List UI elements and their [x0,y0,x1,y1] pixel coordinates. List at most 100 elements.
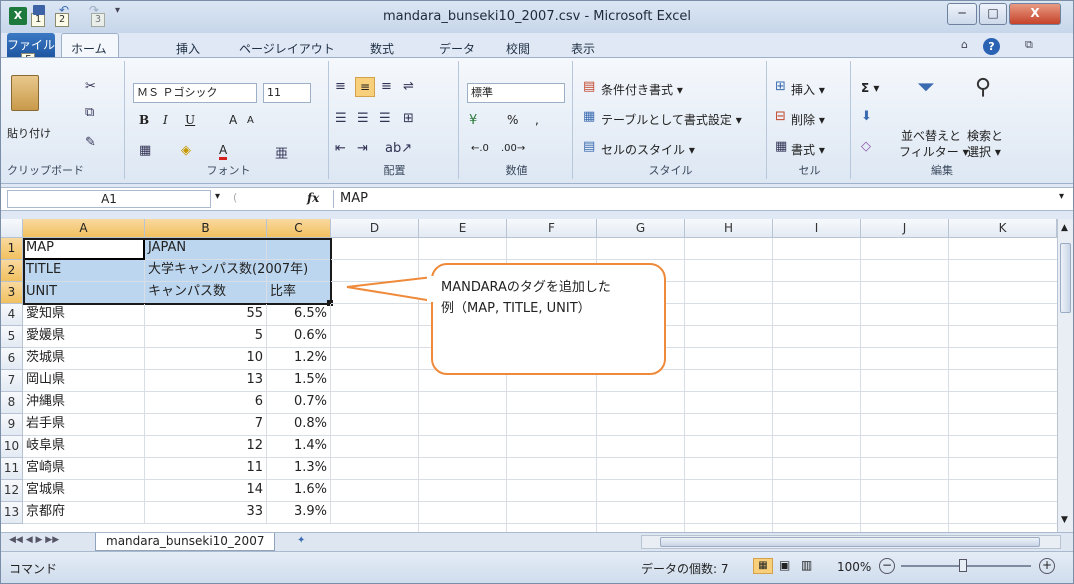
font-name-select[interactable]: ＭＳ Ｐゴシック [133,83,257,103]
cell-b11[interactable]: 11 [145,458,267,480]
clear-icon[interactable]: ◇ [861,139,871,154]
font-color-icon[interactable]: A [219,143,228,160]
scroll-up-icon[interactable]: ▲ [1061,223,1068,233]
tab-review[interactable]: 校閲 [506,40,530,57]
horizontal-scrollbar[interactable] [641,535,1061,549]
currency-icon[interactable]: ¥ [469,113,477,128]
number-format-select[interactable]: 標準 [467,83,565,103]
cell-b4[interactable]: 55 [145,304,267,326]
column-header-d[interactable]: D [331,219,419,238]
cut-icon[interactable]: ✂ [85,79,96,94]
scroll-thumb[interactable] [1060,243,1071,313]
sort-filter-button[interactable]: 並べ替えと [901,127,961,144]
cell-a5[interactable]: 愛媛県 [23,326,145,348]
copy-icon[interactable]: ⧉ [85,105,94,120]
window-restore-icon[interactable]: ⧉ [1025,38,1033,52]
phonetic-icon[interactable]: 亜 [275,143,288,162]
paste-button[interactable]: 貼り付け [7,125,51,141]
delete-cells-icon[interactable]: ⊟ [775,109,786,124]
merge-center-icon[interactable]: ⊞ [403,111,414,126]
cell-c6[interactable]: 1.2% [267,348,331,370]
cell-c13[interactable]: 3.9% [267,502,331,524]
row-header[interactable]: 13 [1,502,23,524]
cell-a11[interactable]: 宮崎県 [23,458,145,480]
column-header-c[interactable]: C [267,219,331,238]
hscroll-thumb[interactable] [660,537,1040,547]
conditional-format-button[interactable]: 条件付き書式 ▾ [601,81,683,98]
sort-filter-icon[interactable]: ⏷ [917,75,935,100]
sort-filter-button-2[interactable]: フィルター ▾ [899,143,969,160]
sheet-tab-active[interactable]: mandara_bunseki10_2007 [95,533,276,551]
conditional-format-icon[interactable]: ▤ [583,79,595,94]
ribbon-minimize-icon[interactable]: ⌂ [961,38,968,51]
fill-icon[interactable]: ⬇ [861,109,872,124]
cell-c7[interactable]: 1.5% [267,370,331,392]
italic-button[interactable]: I [163,113,168,127]
format-cells-icon[interactable]: ▦ [775,139,787,154]
align-right-icon[interactable]: ☰ [379,111,391,126]
minimize-button[interactable]: ─ [947,3,977,25]
cell-a10[interactable]: 岐阜県 [23,436,145,458]
cell-a7[interactable]: 岡山県 [23,370,145,392]
find-select-button-2[interactable]: 選択 ▾ [967,143,1001,160]
find-select-icon[interactable]: ⚲ [975,75,991,100]
cancel-entry-icon[interactable]: ( [233,191,237,204]
border-icon[interactable]: ▦ [139,143,151,158]
cell-b13[interactable]: 33 [145,502,267,524]
percent-button[interactable]: % [507,113,518,127]
name-box-dropdown-icon[interactable]: ▾ [215,191,220,202]
insert-sheet-icon[interactable]: ✦ [297,535,305,546]
format-as-table-button[interactable]: テーブルとして書式設定 ▾ [601,111,742,128]
name-box[interactable]: A1 [7,190,211,208]
cell-styles-icon[interactable]: ▤ [583,139,595,154]
column-header-k[interactable]: K [949,219,1057,238]
autosum-icon[interactable]: Σ ▾ [861,81,879,95]
tab-data[interactable]: データ [439,40,475,57]
increase-decimal-icon[interactable]: ←.0 [471,143,489,154]
cell-a1[interactable]: MAP [23,238,145,260]
column-header-e[interactable]: E [419,219,507,238]
insert-cells-icon[interactable]: ⊞ [775,79,786,94]
sheet-nav-icon[interactable]: ◀◀ ◀ ▶ ▶▶ [9,535,59,545]
row-header[interactable]: 5 [1,326,23,348]
vertical-scrollbar[interactable]: ▲ ▼ [1057,219,1073,532]
row-header[interactable]: 11 [1,458,23,480]
cell-b9[interactable]: 7 [145,414,267,436]
cell-a4[interactable]: 愛知県 [23,304,145,326]
column-header-a[interactable]: A [23,219,145,238]
page-layout-view-icon[interactable]: ▣ [779,558,790,572]
zoom-level[interactable]: 100% [837,560,871,574]
underline-button[interactable]: U [185,113,195,127]
column-header-g[interactable]: G [597,219,685,238]
format-cells-button[interactable]: 書式 ▾ [791,141,825,158]
align-bottom-icon[interactable]: ≡ [381,79,392,94]
tab-formulas[interactable]: 数式 [370,40,394,57]
paste-icon[interactable] [11,75,39,111]
tab-home-label[interactable]: ホーム [71,40,107,57]
bold-button[interactable]: B [139,113,149,127]
cell-a9[interactable]: 岩手県 [23,414,145,436]
scroll-down-icon[interactable]: ▼ [1061,515,1068,525]
format-painter-icon[interactable]: ✎ [85,135,96,150]
cell-b12[interactable]: 14 [145,480,267,502]
formula-input[interactable]: MAP [333,190,1053,208]
cell-a6[interactable]: 茨城県 [23,348,145,370]
column-header-h[interactable]: H [685,219,773,238]
cell-b6[interactable]: 10 [145,348,267,370]
cell-c11[interactable]: 1.3% [267,458,331,480]
fill-color-icon[interactable]: ◈ [181,143,191,158]
align-center-icon[interactable]: ☰ [357,111,369,126]
cell-a3[interactable]: UNIT [23,282,145,304]
insert-function-button[interactable]: fx [307,191,319,205]
cell-a13[interactable]: 京都府 [23,502,145,524]
row-header[interactable]: 1 [1,238,23,260]
cell-b7[interactable]: 13 [145,370,267,392]
row-header[interactable]: 12 [1,480,23,502]
cell-styles-button[interactable]: セルのスタイル ▾ [601,141,695,158]
cell-a2[interactable]: TITLE [23,260,145,282]
shrink-font-icon[interactable]: A [247,115,254,126]
format-table-icon[interactable]: ▦ [583,109,595,124]
insert-cells-button[interactable]: 挿入 ▾ [791,81,825,98]
cell-c8[interactable]: 0.7% [267,392,331,414]
row-header[interactable]: 2 [1,260,23,282]
